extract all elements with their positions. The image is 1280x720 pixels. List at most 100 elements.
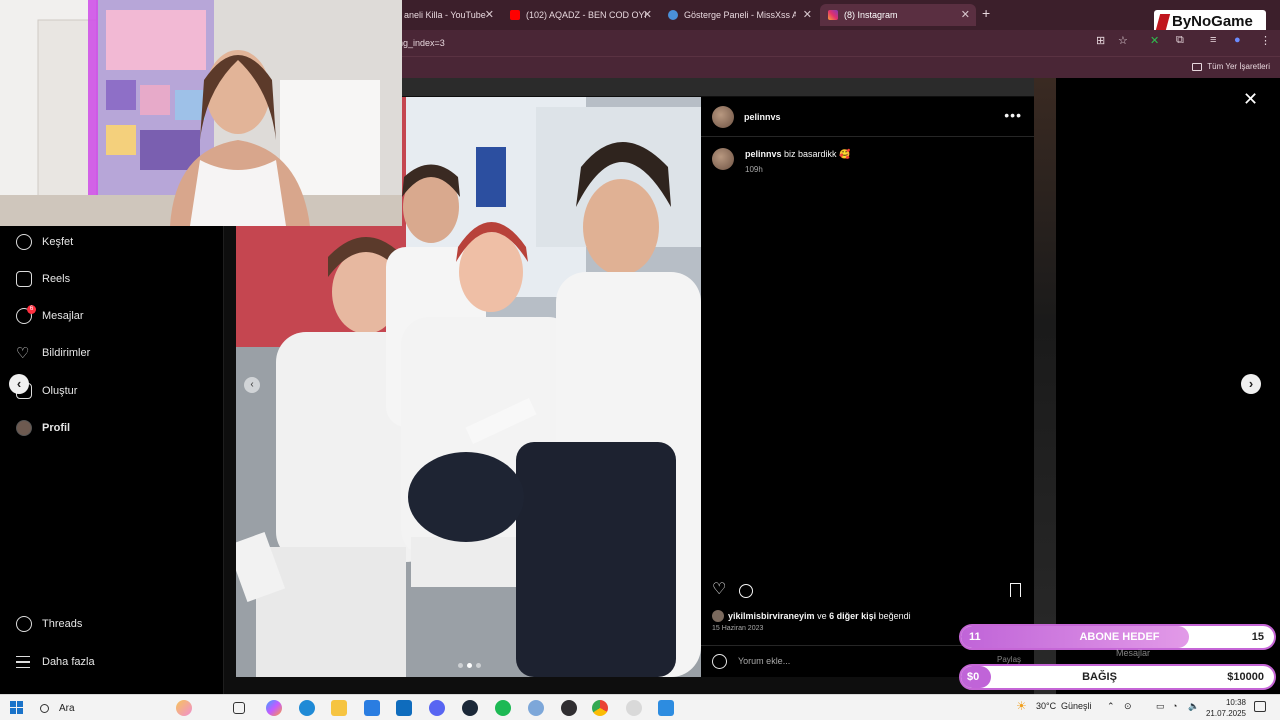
caption-emoji: 🥰 — [839, 149, 851, 159]
tab-title: (102) AQADZ - BEN COD OYNA — [526, 10, 646, 20]
liked-by: yikilmisbirviraneyim ve 6 diğer kişi beğ… — [712, 610, 911, 622]
background-feed — [400, 78, 1050, 96]
post-caption: pelinnvs biz basardikk 🥰 — [745, 149, 850, 160]
avatar[interactable] — [712, 148, 734, 170]
subscriber-goal-bar: 11 ABONE HEDEF 15 — [959, 624, 1276, 650]
tray-app-icon[interactable]: ⊙ — [1124, 701, 1132, 712]
liked-by-others[interactable]: 6 diğer kişi — [829, 611, 876, 621]
wifi-icon[interactable]: ◔ — [1172, 701, 1177, 711]
weather-desc[interactable]: Güneşli — [1061, 701, 1092, 711]
comment-icon[interactable] — [739, 584, 753, 598]
windows-start-icon[interactable] — [10, 701, 23, 714]
sidebar-item-threads[interactable]: Threads — [16, 612, 82, 636]
media-icon[interactable]: ≡ — [1210, 34, 1216, 46]
messenger-icon: 6 — [16, 305, 36, 324]
previous-post-button[interactable]: ‹ — [9, 374, 29, 394]
install-icon[interactable]: ⊞ — [1096, 34, 1105, 47]
file-explorer-icon[interactable] — [331, 700, 347, 716]
photos-icon[interactable] — [658, 700, 674, 716]
audio-app-icon[interactable] — [626, 700, 642, 716]
avatar — [16, 420, 32, 436]
outlook-icon[interactable] — [396, 700, 412, 716]
network-icon[interactable]: ▭ — [1156, 701, 1165, 712]
sidebar-item-profile[interactable]: Profil — [16, 416, 70, 440]
sidebar-item-reels[interactable]: Reels — [16, 267, 70, 291]
bookmark-icon[interactable] — [1010, 583, 1021, 597]
folder-icon — [1192, 62, 1203, 71]
sidebar-item-explore[interactable]: Keşfet — [16, 230, 73, 254]
obs-icon[interactable] — [561, 700, 577, 716]
weather-icon[interactable]: ☀ — [1016, 699, 1027, 713]
tab-instagram[interactable]: (8) Instagram ✕ — [820, 4, 976, 26]
settings-gear-icon[interactable] — [528, 700, 544, 716]
address-input[interactable]: ng_index=3 — [390, 33, 1150, 53]
sidebar-item-messages[interactable]: 6 Mesajlar — [16, 304, 84, 328]
chrome-icon[interactable] — [592, 700, 608, 716]
clock-time: 10:38 — [1225, 698, 1246, 707]
tab-youtube-killa[interactable]: aneli Killa - YouTube ✕ — [396, 4, 500, 26]
sidebar-item-notifications[interactable]: ♡ Bildirimler — [16, 341, 90, 365]
logo-text: ByNoGame — [1172, 13, 1253, 30]
edge-icon[interactable] — [299, 700, 315, 716]
background-feed-edge — [1034, 78, 1056, 694]
heart-icon: ♡ — [16, 345, 30, 362]
weather-temp[interactable]: 30°C — [1036, 701, 1056, 711]
post-detail-panel: pelinnvs ••• pelinnvs biz basardikk 🥰 10… — [701, 97, 1034, 677]
carousel-dot-active — [467, 663, 472, 668]
sidebar-item-more[interactable]: Daha fazla — [16, 650, 95, 674]
tab-dashboard[interactable]: Gösterge Paneli - MissXss Al Bo ✕ — [660, 4, 818, 26]
close-icon[interactable]: ✕ — [803, 8, 812, 21]
liked-by-user[interactable]: yikilmisbirviraneyim — [728, 611, 815, 621]
close-icon[interactable]: ✕ — [643, 8, 652, 21]
taskbar-search[interactable]: Ara — [32, 698, 222, 718]
background-label: Mesajlar — [1116, 648, 1151, 658]
menu-icon[interactable]: ⋮ — [1260, 34, 1271, 47]
close-icon[interactable]: ✕ — [961, 8, 970, 21]
star-icon[interactable]: ☆ — [1118, 34, 1128, 47]
spotify-icon[interactable] — [495, 700, 511, 716]
search-label: Ara — [59, 702, 75, 714]
copilot-icon[interactable] — [266, 700, 282, 716]
liked-by-connector: ve — [817, 611, 827, 621]
extension-icon[interactable]: ✕ — [1150, 34, 1159, 47]
puzzle-icon[interactable]: ⧉ — [1176, 34, 1184, 47]
emoji-icon[interactable] — [712, 654, 727, 669]
post-username[interactable]: pelinnvs — [744, 112, 781, 122]
carousel-dots — [458, 663, 481, 668]
steam-icon[interactable] — [462, 700, 478, 716]
tab-youtube-aqadz[interactable]: (102) AQADZ - BEN COD OYNA ✕ — [502, 4, 658, 26]
comment-input[interactable]: Yorum ekle... — [738, 656, 790, 666]
tab-title: (8) Instagram — [844, 10, 898, 20]
widgets-icon[interactable] — [176, 700, 192, 716]
more-options-icon[interactable]: ••• — [1004, 107, 1022, 123]
notification-icon[interactable] — [1254, 701, 1266, 712]
photo-prev-button[interactable]: ‹ — [244, 377, 260, 393]
avatar[interactable] — [712, 106, 734, 128]
threads-icon — [16, 616, 32, 632]
new-tab-button[interactable]: + — [982, 5, 990, 21]
avatar — [712, 610, 724, 622]
store-icon[interactable] — [364, 700, 380, 716]
volume-icon[interactable]: 🔈 — [1188, 701, 1199, 712]
caption-text: biz basardikk — [784, 149, 837, 159]
tray-chevron-icon[interactable]: ⌃ — [1107, 701, 1115, 712]
all-bookmarks[interactable]: Tüm Yer İşaretleri — [1192, 62, 1270, 71]
caption-username[interactable]: pelinnvs — [745, 149, 782, 159]
task-view-icon[interactable] — [233, 702, 245, 714]
windows-taskbar: Ara ☀ 30°C Güneşli ⌃ ⊙ ▭ ◔ 🔈 10:38 21.07… — [0, 694, 1280, 720]
caption-time: 109h — [745, 165, 763, 174]
close-icon[interactable]: ✕ — [485, 8, 494, 21]
sidebar-item-label: Keşfet — [42, 236, 74, 248]
next-post-button[interactable]: › — [1241, 374, 1261, 394]
close-modal-icon[interactable]: ✕ — [1243, 89, 1258, 110]
system-clock[interactable]: 10:38 21.07.2025 — [1206, 697, 1246, 719]
profile-icon[interactable]: ● — [1234, 34, 1241, 46]
carousel-dot — [458, 663, 463, 668]
sidebar-item-label: Bildirimler — [42, 347, 91, 359]
discord-icon[interactable] — [429, 700, 445, 716]
carousel-dot — [476, 663, 481, 668]
clock-date: 21.07.2025 — [1205, 709, 1246, 718]
background-label: Paylaş — [997, 655, 1022, 664]
streamer-camera — [0, 0, 402, 226]
like-heart-icon[interactable]: ♡ — [712, 582, 728, 599]
